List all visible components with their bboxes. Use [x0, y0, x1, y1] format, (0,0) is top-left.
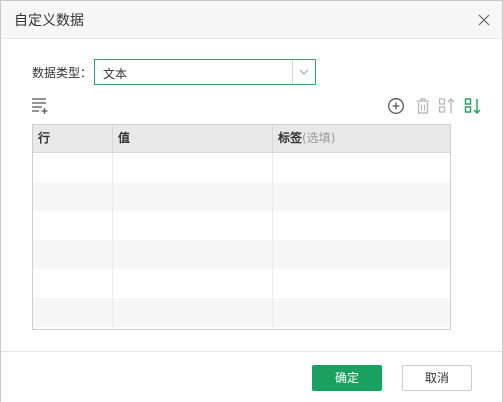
column-header-label: 值	[118, 131, 131, 145]
optional-hint: (选填)	[302, 131, 336, 145]
value-cell[interactable]	[113, 298, 273, 327]
column-header-label: 标签	[278, 131, 303, 145]
tag-cell[interactable]	[273, 269, 450, 298]
row-cell[interactable]	[33, 211, 113, 240]
value-cell[interactable]	[113, 269, 273, 298]
dialog-footer: 确定 取消	[1, 351, 502, 402]
chevron-down-icon[interactable]	[292, 60, 315, 84]
value-cell[interactable]	[113, 182, 273, 211]
row-cell[interactable]	[33, 182, 113, 211]
custom-data-table: 行 值 标签(选填)	[32, 124, 451, 330]
ok-button[interactable]: 确定	[312, 365, 382, 391]
tag-cell[interactable]	[273, 153, 450, 182]
row-cell[interactable]	[33, 153, 113, 182]
close-icon[interactable]	[475, 11, 493, 29]
tag-cell[interactable]	[273, 298, 450, 327]
column-header-label: 行	[38, 131, 51, 145]
sort-ascending-icon[interactable]	[438, 97, 456, 115]
table-row[interactable]	[33, 182, 450, 211]
table-row[interactable]	[33, 240, 450, 269]
row-cell[interactable]	[33, 298, 113, 327]
sort-descending-icon[interactable]	[464, 97, 482, 115]
data-type-label: 数据类型：	[32, 66, 93, 80]
column-header-value: 值	[113, 125, 273, 152]
column-header-tag: 标签(选填)	[273, 125, 450, 152]
batch-add-icon[interactable]	[31, 97, 49, 115]
table-row[interactable]	[33, 269, 450, 298]
cancel-button[interactable]: 取消	[402, 365, 472, 391]
table-row[interactable]	[33, 298, 450, 327]
custom-data-dialog: 自定义数据 数据类型： 文本 行 值 标签(选填) 确定 取消	[0, 0, 503, 402]
dialog-titlebar: 自定义数据	[1, 1, 502, 39]
table-body	[33, 153, 450, 329]
table-row[interactable]	[33, 153, 450, 182]
value-cell[interactable]	[113, 240, 273, 269]
table-header: 行 值 标签(选填)	[33, 125, 450, 153]
tag-cell[interactable]	[273, 211, 450, 240]
value-cell[interactable]	[113, 153, 273, 182]
tag-cell[interactable]	[273, 240, 450, 269]
delete-icon[interactable]	[414, 97, 432, 115]
row-cell[interactable]	[33, 269, 113, 298]
data-type-value: 文本	[103, 67, 128, 81]
tag-cell[interactable]	[273, 182, 450, 211]
add-circle-icon[interactable]	[387, 97, 405, 115]
column-header-row: 行	[33, 125, 113, 152]
table-row[interactable]	[33, 211, 450, 240]
dialog-title: 自定义数据	[14, 13, 84, 29]
row-cell[interactable]	[33, 240, 113, 269]
value-cell[interactable]	[113, 211, 273, 240]
data-type-select[interactable]: 文本	[94, 59, 316, 85]
